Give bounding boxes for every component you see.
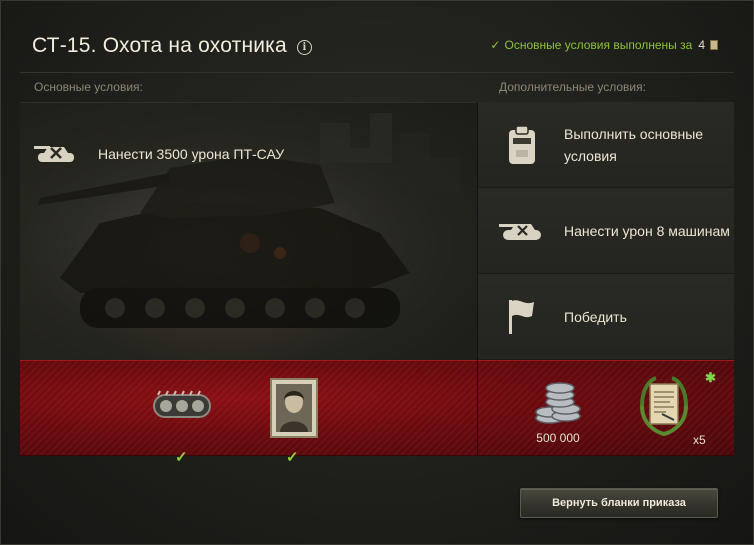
extra-condition-text: Победить [564,308,627,325]
extra-condition: Выполнить основные условия [478,102,734,188]
extra-conditions-label: Дополнительные условия: [499,80,646,94]
extra-conditions-panel: Выполнить основные условия Нанести урон … [478,102,734,360]
rewards-band [20,360,734,456]
divider [477,360,478,456]
completion-status: ✓ Основные условия выполнены за 4 [490,38,718,52]
extra-condition-text: Нанести урон 8 машинам [564,222,730,239]
main-conditions-label: Основные условия: [34,80,143,94]
status-text: Основные условия выполнены за [504,38,693,52]
silver-coins-icon [530,382,586,431]
received-check-icon: ✓ [286,449,299,466]
tank-track-icon [150,385,214,432]
title-row: СТ-15. Охота на охотника i [32,32,312,60]
return-order-forms-button[interactable]: Вернуть бланки приказа [520,488,718,518]
main-condition-text: Нанести 3500 урона ПТ-САУ [98,146,285,162]
extra-condition: Нанести урон 8 машинам [478,188,734,274]
extra-condition-text: Выполнить основные условия [564,125,704,164]
tank-icon [498,207,546,255]
clipboard-icon [498,121,546,169]
received-check-icon: ✓ [175,449,188,466]
info-icon[interactable]: i [296,39,312,55]
flag-icon [498,293,546,341]
reward-silver[interactable]: 500 000 [530,382,586,445]
order-form-icon [636,376,692,441]
crew-portrait-icon [270,378,318,443]
silver-amount: 500 000 [536,431,580,445]
main-condition: Нанести 3500 урона ПТ-САУ [32,130,284,178]
page-title: СТ-15. Охота на охотника [32,34,287,57]
status-count: 4 [698,38,705,52]
reward-tank-track[interactable] [150,385,214,432]
spg-tank-icon [32,130,80,178]
extra-condition: Победить [478,274,734,360]
divider [20,72,734,73]
check-icon: ✓ [490,38,501,52]
new-star-icon: ✱ [705,370,716,385]
reward-crew[interactable] [270,378,318,443]
reward-order-forms[interactable] [636,376,692,441]
order-forms-quantity: x5 [693,433,706,447]
order-form-small-icon [710,40,718,50]
